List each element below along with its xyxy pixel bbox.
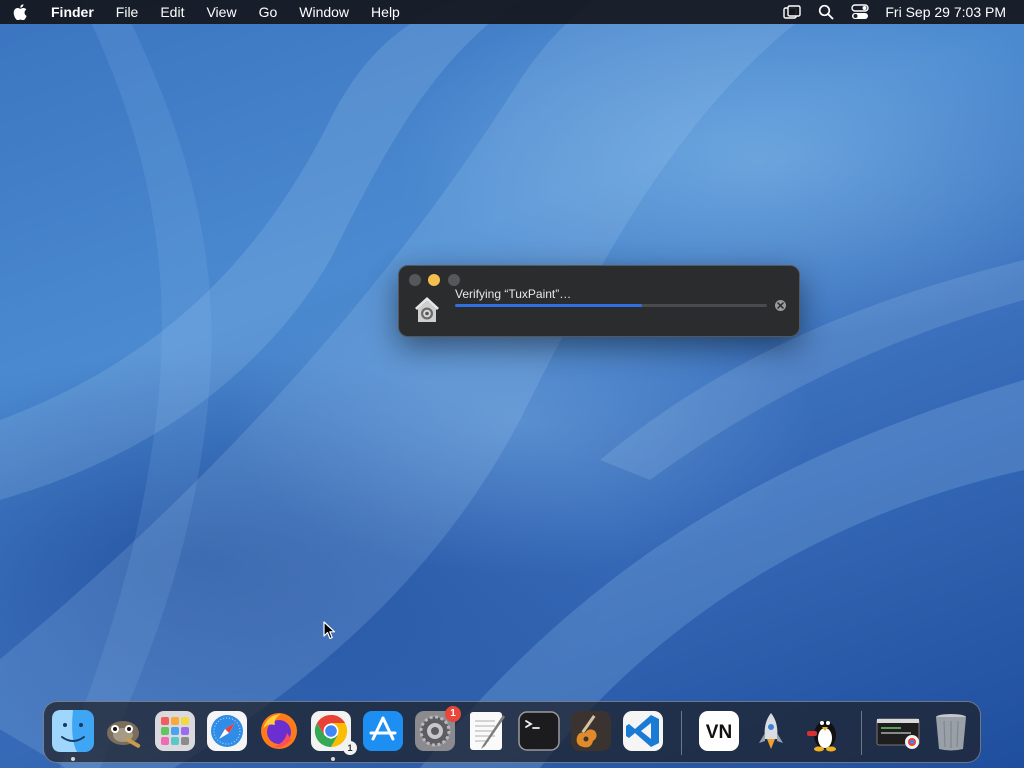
menu-file[interactable]: File: [105, 0, 150, 24]
rocket-icon: [759, 713, 783, 749]
dock-rocket[interactable]: [749, 709, 793, 753]
menu-bar: Finder File Edit View Go Window Help Fri…: [0, 0, 1024, 24]
finder-icon: [52, 710, 94, 752]
vnc-label: VN: [706, 722, 732, 743]
gatekeeper-house-icon: [412, 294, 442, 324]
app-store-icon: [363, 711, 403, 751]
chrome-badge: 1: [343, 741, 357, 755]
finder-running-indicator: [71, 757, 75, 761]
terminal-icon: [518, 711, 560, 751]
dock-trash[interactable]: [929, 709, 973, 753]
search-icon[interactable]: [809, 0, 843, 24]
mouse-cursor-icon: [323, 621, 337, 641]
menu-view[interactable]: View: [195, 0, 247, 24]
dock-chrome[interactable]: 1: [309, 709, 357, 755]
dock-finder[interactable]: [51, 709, 95, 753]
dock-textedit[interactable]: [465, 709, 509, 753]
desktop-wallpaper: [0, 0, 1024, 768]
dock-vscode[interactable]: [621, 709, 665, 753]
dock-firefox[interactable]: [257, 709, 301, 753]
verifying-dialog: Verifying “TuxPaint”…: [398, 265, 800, 337]
dock-system-settings[interactable]: 1: [413, 706, 461, 753]
chrome-running-indicator: [331, 757, 335, 761]
vscode-icon: [623, 711, 663, 751]
dock-safari[interactable]: [205, 709, 249, 753]
menu-app-finder[interactable]: Finder: [40, 0, 105, 24]
trash-icon: [936, 714, 966, 751]
menu-bar-clock[interactable]: Fri Sep 29 7:03 PM: [877, 4, 1006, 20]
safari-icon: [207, 711, 247, 751]
apple-menu-icon[interactable]: [0, 4, 40, 20]
window-zoom-button[interactable]: [448, 274, 460, 286]
textedit-icon: [470, 712, 505, 750]
dock: 1 1 VN: [43, 701, 981, 763]
tux-penguin-icon: [807, 721, 836, 752]
close-icon: [777, 302, 784, 309]
dock-tuxpaint[interactable]: [801, 709, 845, 753]
system-settings-badge: 1: [445, 706, 461, 722]
verification-progress-bar: [455, 304, 767, 307]
gimp-icon: [107, 721, 141, 748]
dock-separator-2: [861, 711, 862, 755]
dock-garageband[interactable]: [569, 709, 613, 753]
guitar-icon: [571, 711, 611, 751]
menu-edit[interactable]: Edit: [149, 0, 195, 24]
display-icon[interactable]: [775, 0, 809, 24]
control-center-icon[interactable]: [843, 0, 877, 24]
dock-gimp[interactable]: [101, 709, 145, 753]
window-thumbnail-icon: [876, 718, 920, 749]
dock-terminal[interactable]: [517, 709, 561, 753]
verification-progress-fill: [455, 304, 643, 307]
vnc-viewer-icon: VN: [699, 711, 739, 751]
dock-separator: [681, 711, 682, 755]
cancel-verification-button[interactable]: [775, 300, 786, 311]
dock-chrome-window-thumbnail[interactable]: [876, 709, 920, 753]
firefox-icon: [261, 713, 297, 749]
dock-vnc-viewer[interactable]: VN: [697, 709, 741, 753]
menu-help[interactable]: Help: [360, 0, 411, 24]
menu-go[interactable]: Go: [248, 0, 289, 24]
window-close-button[interactable]: [409, 274, 421, 286]
dialog-title: Verifying “TuxPaint”…: [455, 287, 572, 301]
launchpad-icon: [155, 711, 195, 751]
dock-launchpad[interactable]: [153, 709, 197, 753]
window-minimize-button[interactable]: [428, 274, 440, 286]
menu-window[interactable]: Window: [288, 0, 360, 24]
dock-app-store[interactable]: [361, 709, 405, 753]
